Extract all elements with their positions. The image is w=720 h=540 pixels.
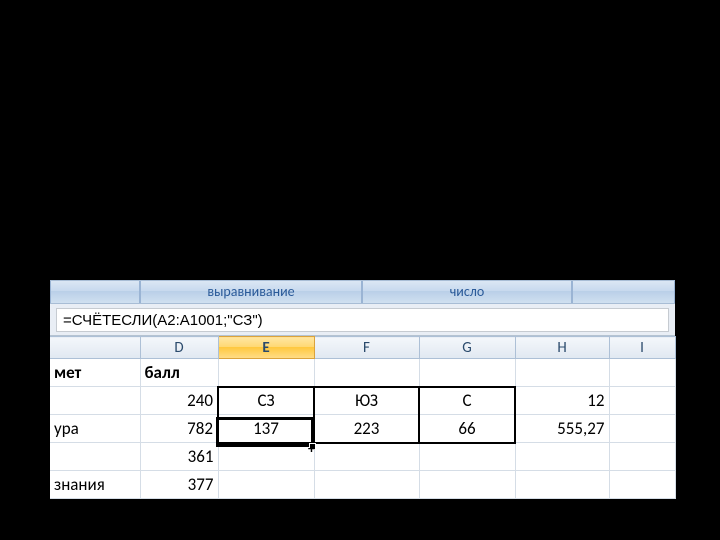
spreadsheet-fragment: выравнивание число =СЧЁТЕСЛИ(A2:A1001;"С… [50,280,675,495]
cell-h2[interactable]: 12 [515,387,609,415]
cell-h4[interactable] [515,443,609,471]
cell-f2[interactable]: ЮЗ [314,387,419,415]
cell-h1[interactable] [515,359,609,387]
cell-i4[interactable] [609,443,675,471]
cell-c4[interactable] [50,443,140,471]
column-header-i[interactable]: I [609,337,675,359]
cell-f1[interactable] [314,359,419,387]
column-header-g[interactable]: G [419,337,515,359]
cell-e3[interactable]: 137 [218,415,314,443]
cell-d1[interactable]: балл [140,359,218,387]
formula-input[interactable]: =СЧЁТЕСЛИ(A2:A1001;"СЗ") [56,308,669,332]
cell-g3[interactable]: 66 [419,415,515,443]
cell-c3[interactable]: ура [50,415,140,443]
column-header-f[interactable]: F [314,337,419,359]
cell-d5[interactable]: 377 [140,471,218,499]
ribbon-group-number[interactable]: число [362,281,572,303]
cell-e1[interactable] [218,359,314,387]
cell-d4[interactable]: 361 [140,443,218,471]
cell-h5[interactable] [515,471,609,499]
table-row: 240 СЗ ЮЗ С 12 [50,387,675,415]
cell-g4[interactable] [419,443,515,471]
formula-bar: =СЧЁТЕСЛИ(A2:A1001;"СЗ") [50,304,675,336]
fill-cursor-icon: + [308,440,315,457]
cell-g2[interactable]: С [419,387,515,415]
column-header-e[interactable]: E [218,337,314,359]
ribbon-group-font[interactable] [50,281,140,303]
table-row: ура 782 137 223 66 555,27 [50,415,675,443]
column-header-c[interactable] [50,337,140,359]
table-row: 361 [50,443,675,471]
cell-i5[interactable] [609,471,675,499]
column-headers: D E F G H I [50,337,675,359]
ribbon-group-styles[interactable] [572,281,675,303]
cell-g1[interactable] [419,359,515,387]
cell-f5[interactable] [314,471,419,499]
cell-i3[interactable] [609,415,675,443]
table-row: знания 377 [50,471,675,499]
cell-i1[interactable] [609,359,675,387]
cell-g5[interactable] [419,471,515,499]
cell-f3[interactable]: 223 [314,415,419,443]
cell-e4[interactable] [218,443,314,471]
cells-grid[interactable]: D E F G H I мет балл 240 СЗ ЮЗ С 12 ура [50,336,676,499]
table-row: мет балл [50,359,675,387]
cell-d2[interactable]: 240 [140,387,218,415]
cell-d3[interactable]: 782 [140,415,218,443]
cell-c2[interactable] [50,387,140,415]
cell-e5[interactable] [218,471,314,499]
cell-f4[interactable] [314,443,419,471]
column-header-d[interactable]: D [140,337,218,359]
cell-c5[interactable]: знания [50,471,140,499]
cell-e2[interactable]: СЗ [218,387,314,415]
ribbon-group-alignment[interactable]: выравнивание [140,281,362,303]
cell-i2[interactable] [609,387,675,415]
ribbon-group-labels: выравнивание число [50,280,675,304]
column-header-h[interactable]: H [515,337,609,359]
cell-h3[interactable]: 555,27 [515,415,609,443]
cell-c1[interactable]: мет [50,359,140,387]
